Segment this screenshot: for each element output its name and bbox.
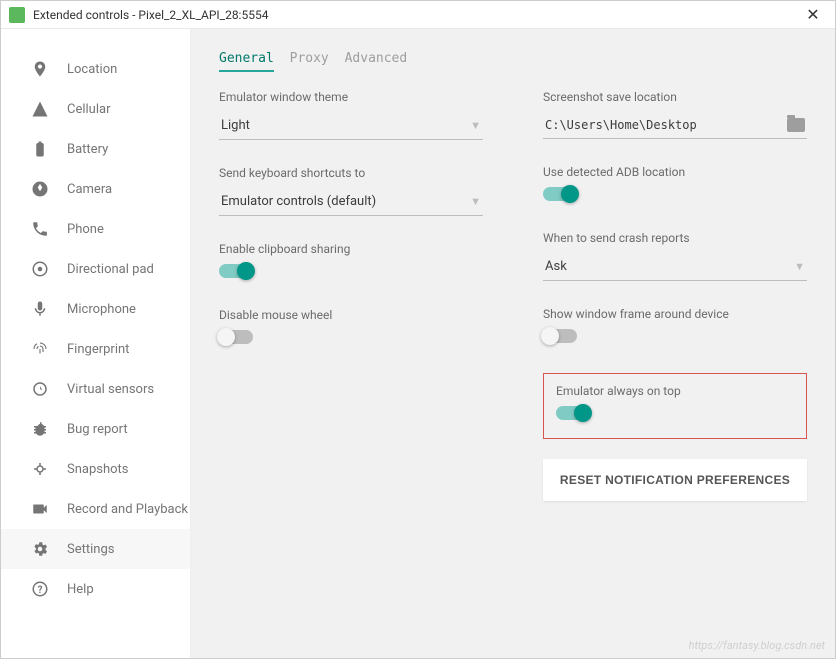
fingerprint-icon <box>31 340 49 358</box>
phone-icon <box>31 220 49 238</box>
close-icon[interactable]: ✕ <box>799 5 827 24</box>
setting-ontop: Emulator always on top <box>556 384 794 424</box>
sidebar-item-fingerprint[interactable]: Fingerprint <box>1 329 190 369</box>
setting-mousewheel: Disable mouse wheel <box>219 308 483 348</box>
sidebar-item-label: Cellular <box>67 102 110 117</box>
setting-frame: Show window frame around device <box>543 307 807 347</box>
sidebar-item-location[interactable]: Location <box>1 49 190 89</box>
folder-icon[interactable] <box>787 118 805 132</box>
app-icon <box>9 7 25 23</box>
sidebar-item-label: Settings <box>67 542 114 557</box>
tab-proxy[interactable]: Proxy <box>290 51 329 70</box>
sidebar-item-cellular[interactable]: Cellular <box>1 89 190 129</box>
sidebar-item-phone[interactable]: Phone <box>1 209 190 249</box>
chevron-down-icon: ▼ <box>470 195 481 208</box>
titlebar: Extended controls - Pixel_2_XL_API_28:55… <box>1 1 835 29</box>
sidebar: Location Cellular Battery Camera Phone D… <box>1 29 191 658</box>
sidebar-item-label: Snapshots <box>67 462 129 477</box>
crash-dropdown[interactable]: Ask ▼ <box>543 253 807 281</box>
left-column: Emulator window theme Light ▼ Send keybo… <box>219 90 483 501</box>
adb-label: Use detected ADB location <box>543 165 807 179</box>
location-icon <box>31 60 49 78</box>
shortcuts-dropdown[interactable]: Emulator controls (default) ▼ <box>219 188 483 216</box>
sidebar-item-label: Phone <box>67 222 104 237</box>
cellular-icon <box>31 100 49 118</box>
microphone-icon <box>31 300 49 318</box>
chevron-down-icon: ▼ <box>794 260 805 273</box>
sidebar-item-label: Fingerprint <box>67 342 129 357</box>
clipboard-toggle[interactable] <box>219 264 253 278</box>
sidebar-item-help[interactable]: ? Help <box>1 569 190 609</box>
battery-icon <box>31 140 49 158</box>
theme-dropdown[interactable]: Light ▼ <box>219 112 483 140</box>
highlight-box: Emulator always on top <box>543 373 807 439</box>
right-column: Screenshot save location C:\Users\Home\D… <box>543 90 807 501</box>
setting-shortcuts: Send keyboard shortcuts to Emulator cont… <box>219 166 483 216</box>
theme-value: Light <box>221 118 250 133</box>
setting-adb: Use detected ADB location <box>543 165 807 205</box>
tabs: General Proxy Advanced <box>219 51 807 72</box>
sidebar-item-label: Help <box>67 582 94 597</box>
window-title: Extended controls - Pixel_2_XL_API_28:55… <box>33 8 799 22</box>
adb-toggle[interactable] <box>543 187 577 201</box>
crash-value: Ask <box>545 259 567 274</box>
help-icon: ? <box>31 580 49 598</box>
mousewheel-toggle[interactable] <box>219 330 253 344</box>
mousewheel-label: Disable mouse wheel <box>219 308 483 322</box>
screenshot-path-row[interactable]: C:\Users\Home\Desktop <box>543 112 807 139</box>
theme-label: Emulator window theme <box>219 90 483 104</box>
sidebar-item-label: Battery <box>67 142 108 157</box>
shortcuts-value: Emulator controls (default) <box>221 194 376 209</box>
gear-icon <box>31 540 49 558</box>
sidebar-item-record-playback[interactable]: Record and Playback <box>1 489 190 529</box>
tab-advanced[interactable]: Advanced <box>345 51 408 70</box>
clipboard-label: Enable clipboard sharing <box>219 242 483 256</box>
sidebar-item-label: Camera <box>67 182 112 197</box>
screenshot-path: C:\Users\Home\Desktop <box>545 118 697 132</box>
bug-icon <box>31 420 49 438</box>
sidebar-item-battery[interactable]: Battery <box>1 129 190 169</box>
sidebar-item-label: Directional pad <box>67 262 154 277</box>
camera-icon <box>31 180 49 198</box>
sidebar-item-label: Location <box>67 62 117 77</box>
sidebar-item-virtual-sensors[interactable]: Virtual sensors <box>1 369 190 409</box>
frame-toggle[interactable] <box>543 329 577 343</box>
watermark: https://fantasy.blog.csdn.net <box>689 639 825 652</box>
sidebar-item-camera[interactable]: Camera <box>1 169 190 209</box>
setting-theme: Emulator window theme Light ▼ <box>219 90 483 140</box>
frame-label: Show window frame around device <box>543 307 807 321</box>
tab-general[interactable]: General <box>219 51 274 72</box>
snapshot-icon <box>31 460 49 478</box>
sidebar-item-snapshots[interactable]: Snapshots <box>1 449 190 489</box>
window: Extended controls - Pixel_2_XL_API_28:55… <box>0 0 836 659</box>
dpad-icon <box>31 260 49 278</box>
sidebar-item-label: Microphone <box>67 302 136 317</box>
sidebar-item-settings[interactable]: Settings <box>1 529 190 569</box>
crash-label: When to send crash reports <box>543 231 807 245</box>
record-icon <box>31 500 49 518</box>
ontop-label: Emulator always on top <box>556 384 794 398</box>
reset-notifications-button[interactable]: RESET NOTIFICATION PREFERENCES <box>543 459 807 501</box>
setting-crash: When to send crash reports Ask ▼ <box>543 231 807 281</box>
screenshot-label: Screenshot save location <box>543 90 807 104</box>
sensors-icon <box>31 380 49 398</box>
svg-text:?: ? <box>38 585 43 596</box>
main-panel: General Proxy Advanced Emulator window t… <box>191 29 835 658</box>
ontop-toggle[interactable] <box>556 406 590 420</box>
shortcuts-label: Send keyboard shortcuts to <box>219 166 483 180</box>
sidebar-item-label: Record and Playback <box>67 502 188 517</box>
setting-clipboard: Enable clipboard sharing <box>219 242 483 282</box>
sidebar-item-microphone[interactable]: Microphone <box>1 289 190 329</box>
chevron-down-icon: ▼ <box>470 119 481 132</box>
sidebar-item-label: Bug report <box>67 422 128 437</box>
sidebar-item-bug-report[interactable]: Bug report <box>1 409 190 449</box>
sidebar-item-label: Virtual sensors <box>67 382 154 397</box>
sidebar-item-directional-pad[interactable]: Directional pad <box>1 249 190 289</box>
setting-screenshot: Screenshot save location C:\Users\Home\D… <box>543 90 807 139</box>
body: Location Cellular Battery Camera Phone D… <box>1 29 835 658</box>
settings-grid: Emulator window theme Light ▼ Send keybo… <box>219 90 807 501</box>
